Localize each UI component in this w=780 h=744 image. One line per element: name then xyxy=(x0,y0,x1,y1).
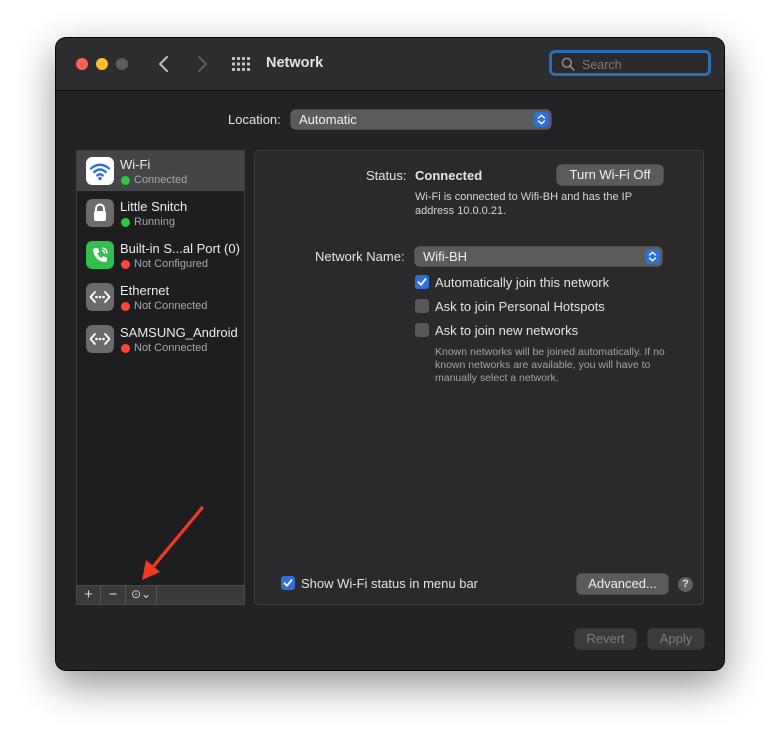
service-status: Not Configured xyxy=(134,258,208,270)
phone-icon xyxy=(86,241,114,269)
service-name: SAMSUNG_Android xyxy=(120,325,238,340)
service-item-little-snitch[interactable]: Little Snitch Running xyxy=(77,193,244,233)
network-name-popup[interactable]: Wifi-BH xyxy=(415,247,662,266)
help-button[interactable]: ? xyxy=(678,577,693,592)
show-wifi-status-checkbox[interactable] xyxy=(281,576,295,590)
service-item-built-in-serial-port[interactable]: Built-in S...al Port (0) Not Configured xyxy=(77,235,244,275)
location-label: Location: xyxy=(228,112,281,127)
service-name: Little Snitch xyxy=(120,199,188,214)
service-item-samsung-android[interactable]: SAMSUNG_Android Not Connected xyxy=(77,319,244,359)
location-value: Automatic xyxy=(299,112,357,127)
search-field[interactable] xyxy=(549,50,711,76)
advanced-button[interactable]: Advanced... xyxy=(577,574,668,594)
status-dot-red xyxy=(121,260,130,269)
forward-arrow-icon[interactable] xyxy=(192,52,212,76)
apply-button[interactable]: Apply xyxy=(648,629,704,649)
status-dot-red xyxy=(121,302,130,311)
checkmark-icon xyxy=(283,579,293,587)
ethernet-icon xyxy=(86,325,114,353)
chevron-up-down-icon xyxy=(645,249,660,264)
ethernet-icon xyxy=(86,283,114,311)
service-name: Ethernet xyxy=(120,283,170,298)
back-arrow-icon[interactable] xyxy=(154,52,174,76)
wifi-icon xyxy=(86,157,114,185)
status-dot-green xyxy=(121,176,130,185)
search-icon xyxy=(561,57,575,71)
show-all-grid-icon[interactable] xyxy=(232,56,250,72)
add-service-button[interactable]: + xyxy=(77,586,101,604)
show-wifi-status-label: Show Wi-Fi status in menu bar xyxy=(301,576,479,591)
network-name-label: Network Name: xyxy=(315,249,405,264)
remove-service-button[interactable]: − xyxy=(101,586,126,604)
network-name-value: Wifi-BH xyxy=(423,249,468,264)
window-title: Network xyxy=(266,55,324,71)
ask-new-networks-label: Ask to join new networks xyxy=(435,323,579,338)
zoom-window-button[interactable] xyxy=(116,58,128,70)
checkmark-icon xyxy=(417,278,427,286)
service-item-ethernet[interactable]: Ethernet Not Connected xyxy=(77,277,244,317)
service-status: Running xyxy=(134,216,175,228)
lock-icon xyxy=(86,199,114,227)
status-dot-red xyxy=(121,344,130,353)
status-label: Status: xyxy=(366,168,407,183)
known-networks-description-2: known networks are available, you will h… xyxy=(435,359,651,371)
ask-hotspots-label: Ask to join Personal Hotspots xyxy=(435,299,605,314)
status-dot-green xyxy=(121,218,130,227)
status-value: Connected xyxy=(415,168,483,183)
service-name: Built-in S...al Port (0) xyxy=(120,241,240,256)
revert-button[interactable]: Revert xyxy=(575,629,636,649)
ask-hotspots-checkbox[interactable] xyxy=(415,299,429,313)
location-popup[interactable]: Automatic xyxy=(291,110,551,129)
auto-join-checkbox[interactable] xyxy=(415,275,429,289)
title-bar: Network xyxy=(56,38,724,91)
status-description-line-2: address 10.0.0.21. xyxy=(415,205,507,217)
ask-new-networks-checkbox[interactable] xyxy=(415,323,429,337)
annotation-arrow xyxy=(142,506,204,580)
wifi-detail-panel: Status: Connected Turn Wi-Fi Off Wi-Fi i… xyxy=(254,150,704,605)
chevron-up-down-icon xyxy=(534,112,549,127)
service-status: Not Connected xyxy=(134,300,208,312)
service-status: Not Connected xyxy=(134,342,208,354)
search-input[interactable] xyxy=(580,54,704,76)
known-networks-description-3: manually select a network. xyxy=(435,372,559,384)
close-window-button[interactable] xyxy=(76,58,88,70)
service-name: Wi-Fi xyxy=(120,157,151,172)
status-description-line-1: Wi-Fi is connected to Wifi-BH and has th… xyxy=(415,191,633,203)
turn-wifi-off-button[interactable]: Turn Wi-Fi Off xyxy=(557,165,663,185)
known-networks-description-1: Known networks will be joined automatica… xyxy=(435,346,665,358)
service-status: Connected xyxy=(134,174,188,186)
minimize-window-button[interactable] xyxy=(96,58,108,70)
service-item-wifi[interactable]: Wi-Fi Connected xyxy=(77,151,244,191)
auto-join-label: Automatically join this network xyxy=(435,275,610,290)
